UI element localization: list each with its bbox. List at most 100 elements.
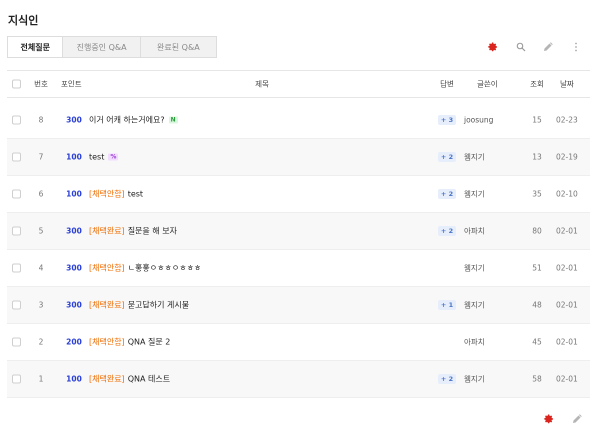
row-status: [채택완료] bbox=[89, 374, 125, 384]
answer-count-badge: + 1 bbox=[437, 300, 457, 310]
tab-bar: 전체질문 진행중인 Q&A 완료된 Q&A bbox=[7, 36, 217, 58]
header-answers[interactable]: 답변 bbox=[435, 79, 459, 90]
table-row[interactable]: 7 100 test% + 2 웹지기 13 02-19 bbox=[7, 139, 590, 176]
row-title[interactable]: [채택안함] ㄴ홓홓ㅇㅎㅎㅇㅎㅎㅎ bbox=[89, 263, 201, 274]
table-row[interactable]: 3 300 [채택완료] 묻고답하기 게시물 + 1 웹지기 48 02-01 bbox=[7, 287, 590, 324]
row-title[interactable]: [채택안함] test bbox=[89, 189, 143, 200]
row-date: 02-01 bbox=[556, 226, 578, 236]
row-title[interactable]: [채택완료] 묻고답하기 게시물 bbox=[89, 300, 189, 311]
row-title[interactable]: [채택완료] 질문을 해 보자 bbox=[89, 226, 177, 237]
row-views: 58 bbox=[532, 374, 542, 384]
page-title: 지식인 bbox=[8, 14, 39, 27]
tab-completed[interactable]: 완료된 Q&A bbox=[141, 37, 216, 57]
percent-badge: % bbox=[108, 153, 119, 161]
row-points: 300 bbox=[66, 115, 82, 125]
row-answers: + 1 bbox=[435, 300, 459, 310]
row-points: 100 bbox=[66, 152, 82, 162]
select-all-checkbox[interactable] bbox=[12, 79, 21, 89]
more-vertical-icon[interactable] bbox=[569, 40, 583, 54]
gear-icon[interactable] bbox=[542, 412, 556, 426]
row-views: 13 bbox=[532, 152, 542, 162]
row-title-text[interactable]: 묻고답하기 게시물 bbox=[128, 301, 189, 310]
table-row[interactable]: 4 300 [채택안함] ㄴ홓홓ㅇㅎㅎㅇㅎㅎㅎ 웹지기 51 02-01 bbox=[7, 250, 590, 287]
header-points[interactable]: 포인트 bbox=[61, 79, 82, 90]
row-checkbox[interactable] bbox=[12, 374, 21, 384]
row-checkbox[interactable] bbox=[12, 115, 21, 125]
search-icon[interactable] bbox=[514, 40, 528, 54]
row-number: 4 bbox=[38, 263, 44, 273]
row-status: [채택안함] bbox=[89, 263, 125, 273]
header-date[interactable]: 날짜 bbox=[560, 79, 574, 90]
pencil-icon[interactable] bbox=[570, 412, 584, 426]
row-title[interactable]: 이거 어캐 하는거에요? N bbox=[89, 115, 178, 126]
new-badge: N bbox=[168, 116, 178, 124]
row-views: 48 bbox=[532, 300, 542, 310]
table-row[interactable]: 8 300 이거 어캐 하는거에요? N + 3 joosung 15 02-23 bbox=[7, 102, 590, 139]
row-status: [채택안함] bbox=[89, 337, 125, 347]
row-number: 2 bbox=[38, 337, 44, 347]
answer-count-badge: + 2 bbox=[437, 152, 457, 162]
pencil-icon[interactable] bbox=[541, 40, 555, 54]
row-views: 51 bbox=[532, 263, 542, 273]
gear-icon[interactable] bbox=[486, 40, 500, 54]
table-row[interactable]: 5 300 [채택완료] 질문을 해 보자 + 2 아파치 80 02-01 bbox=[7, 213, 590, 250]
table-row[interactable]: 1 100 [채택완료] QNA 테스트 + 2 웹지기 58 02-01 bbox=[7, 361, 590, 398]
row-status: [채택안함] bbox=[89, 189, 125, 199]
answer-count-badge: + 2 bbox=[437, 226, 457, 236]
row-checkbox[interactable] bbox=[12, 300, 21, 310]
row-writer[interactable]: 웹지기 bbox=[464, 300, 485, 311]
row-title-text[interactable]: QNA 질문 2 bbox=[128, 338, 171, 347]
row-title-text[interactable]: ㄴ홓홓ㅇㅎㅎㅇㅎㅎㅎ bbox=[128, 264, 202, 273]
row-checkbox[interactable] bbox=[12, 152, 21, 162]
row-title[interactable]: [채택완료] QNA 테스트 bbox=[89, 374, 170, 385]
row-points: 100 bbox=[66, 374, 82, 384]
row-number: 3 bbox=[38, 300, 44, 310]
header-writer[interactable]: 글쓴이 bbox=[477, 79, 498, 90]
row-number: 8 bbox=[38, 115, 44, 125]
row-points: 300 bbox=[66, 226, 82, 236]
row-number: 6 bbox=[38, 189, 44, 199]
row-answers: + 3 bbox=[435, 115, 459, 125]
row-date: 02-19 bbox=[556, 152, 578, 162]
table-row[interactable]: 2 200 [채택안함] QNA 질문 2 아파치 45 02-01 bbox=[7, 324, 590, 361]
row-date: 02-23 bbox=[556, 115, 578, 125]
row-title[interactable]: [채택안함] QNA 질문 2 bbox=[89, 337, 170, 348]
row-writer[interactable]: 아파치 bbox=[464, 337, 485, 348]
header-title[interactable]: 제목 bbox=[247, 79, 277, 90]
row-writer[interactable]: 웹지기 bbox=[464, 263, 485, 274]
tab-in-progress[interactable]: 진행중인 Q&A bbox=[63, 37, 141, 57]
header-views[interactable]: 조회 bbox=[527, 79, 547, 90]
row-title-text[interactable]: 이거 어캐 하는거에요? bbox=[89, 116, 165, 125]
row-checkbox[interactable] bbox=[12, 337, 21, 347]
row-writer[interactable]: joosung bbox=[464, 116, 493, 125]
row-date: 02-01 bbox=[556, 300, 578, 310]
row-writer[interactable]: 웹지기 bbox=[464, 374, 485, 385]
row-writer[interactable]: 아파치 bbox=[464, 226, 485, 237]
row-checkbox[interactable] bbox=[12, 189, 21, 199]
row-date: 02-10 bbox=[556, 189, 578, 199]
tab-all-questions[interactable]: 전체질문 bbox=[8, 37, 64, 57]
row-date: 02-01 bbox=[556, 337, 578, 347]
row-answers: + 2 bbox=[435, 374, 459, 384]
row-writer[interactable]: 웹지기 bbox=[464, 189, 485, 200]
row-checkbox[interactable] bbox=[12, 226, 21, 236]
row-status: [채택완료] bbox=[89, 300, 125, 310]
answer-count-badge: + 2 bbox=[437, 374, 457, 384]
row-title-text[interactable]: 질문을 해 보자 bbox=[128, 227, 177, 236]
row-title-text[interactable]: test bbox=[89, 153, 104, 162]
row-views: 45 bbox=[532, 337, 542, 347]
row-answers: + 2 bbox=[435, 152, 459, 162]
row-status: [채택완료] bbox=[89, 226, 125, 236]
answer-count-badge: + 3 bbox=[437, 115, 457, 125]
row-title[interactable]: test% bbox=[89, 153, 119, 162]
row-checkbox[interactable] bbox=[12, 263, 21, 273]
table-row[interactable]: 6 100 [채택안함] test + 2 웹지기 35 02-10 bbox=[7, 176, 590, 213]
row-points: 300 bbox=[66, 300, 82, 310]
header-number[interactable]: 번호 bbox=[31, 79, 51, 90]
row-writer[interactable]: 웹지기 bbox=[464, 152, 485, 163]
row-title-text[interactable]: test bbox=[128, 190, 143, 199]
row-title-text[interactable]: QNA 테스트 bbox=[128, 375, 170, 384]
row-number: 5 bbox=[38, 226, 44, 236]
row-number: 1 bbox=[38, 374, 44, 384]
row-views: 80 bbox=[532, 226, 542, 236]
